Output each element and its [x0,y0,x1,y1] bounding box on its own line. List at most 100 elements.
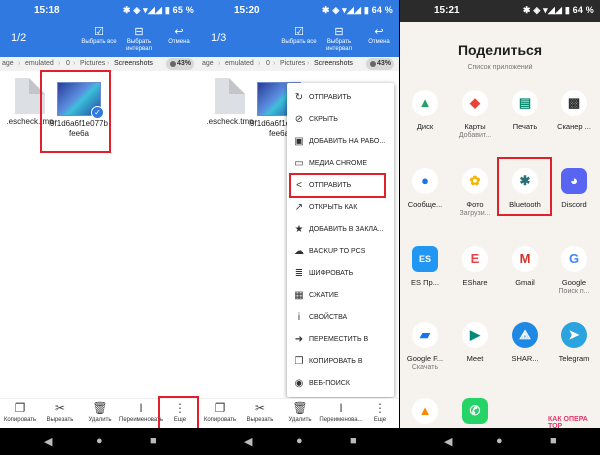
copy-icon: ❐ [214,401,226,415]
app-label: Сканер ... [557,122,591,131]
crumb-item[interactable]: emulated [225,60,254,67]
app-label: Печать [512,122,538,131]
rename-button[interactable]: I Переименовать [119,401,163,424]
share-app-discord[interactable]: ◕ Discord [549,168,599,209]
crumb-item[interactable]: emulated [25,60,54,67]
crumb-item[interactable]: 0 [266,60,270,67]
web-search-icon: ◉ [294,378,304,389]
highlight-box [497,157,552,216]
crumb-item[interactable]: Screenshots [114,60,153,67]
crumb-item[interactable]: age [2,60,14,67]
status-bar: 15:18 ✱ ◈ ▾◢◢ ▮ 65 % [0,0,200,22]
recents-icon[interactable]: ■ [150,435,157,447]
info-icon: i [297,312,301,323]
recents-icon[interactable]: ■ [550,435,557,447]
share-app-google-files[interactable]: ▰ Google F... Скачать [400,322,450,372]
more-button[interactable]: ⋮ Еще [360,401,399,424]
rename-button[interactable]: I Переименова... [319,401,363,424]
storage-usage-badge[interactable]: 43% [366,58,394,70]
share-app-shareit[interactable]: ⟁ SHAR... [500,322,550,363]
menu-item[interactable]: ▦ СЖАТИЕ [287,285,394,307]
delete-button[interactable]: 🗑 Удалить [280,401,320,424]
menu-item[interactable]: ◉ ВЕБ-ПОИСК [287,373,394,395]
app-label: SHAR... [511,354,539,363]
copy-button[interactable]: ❐ Копировать [0,401,40,424]
crumb-item[interactable]: 0 [66,60,70,67]
share-app-messages[interactable]: ● Сообще... [400,168,450,209]
back-icon[interactable]: ◀ [244,435,252,448]
meet-icon: ▶ [462,322,488,348]
menu-item[interactable]: ❐ КОПИРОВАТЬ В [287,351,394,373]
back-icon[interactable]: ◀ [444,435,452,448]
google-drive-icon: ▲ [412,90,438,116]
cut-button[interactable]: ✂ Вырезать [40,401,80,424]
menu-item[interactable]: i СВОЙСТВА [287,307,394,329]
share-app-qr-scanner[interactable]: ▩ Сканер ... [549,90,599,131]
select-range-button[interactable]: ⊟ Выбрать интервал [118,25,160,53]
google-maps-icon: ◆ [462,90,488,116]
file-item[interactable]: .escheck.tmp [203,78,257,127]
copy-button[interactable]: ❐ Копировать [200,401,240,424]
share-app-print[interactable]: ▤ Печать [500,90,550,131]
selection-toolbar: 1/2 ☑ Выбрать все ⊟ Выбрать интервал ↩ Отме… [0,22,200,57]
es-explorer-icon: ES [412,246,438,272]
menu-item-label: ДОБАВИТЬ НА РАБО... [309,138,386,145]
home-icon[interactable]: ● [496,435,503,447]
cancel-button[interactable]: ↩ Отмена [158,25,200,46]
menu-item-label: СВОЙСТВА [309,314,348,321]
qr-scanner-icon: ▩ [561,90,587,116]
android-nav-bar: ◀ ● ■ [400,428,600,455]
cut-button[interactable]: ✂ Вырезать [240,401,280,424]
share-app-gmail[interactable]: M Gmail [500,246,550,287]
select-all-button[interactable]: ☑ Выбрать все [78,25,120,46]
home-icon[interactable]: ● [296,435,303,447]
panel-share-sheet: 15:21 ✱ ◈ ▾◢◢ ▮ 64 % Поделиться Список п… [400,0,600,455]
status-icons: ✱ ◈ ▾◢◢ ▮ 64 % [321,5,393,15]
menu-item[interactable]: ↻ ОТПРАВИТЬ [287,87,394,109]
gmail-icon: M [512,246,538,272]
back-icon[interactable]: ◀ [44,435,52,448]
highlight-box [289,173,386,198]
recents-icon[interactable]: ■ [350,435,357,447]
menu-item[interactable]: ★ ДОБАВИТЬ В ЗАКЛА... [287,219,394,241]
menu-item[interactable]: ↗ ОТКРЫТЬ КАК [287,197,394,219]
share-app-telegram[interactable]: ➤ Telegram [549,322,599,363]
select-all-button[interactable]: ☑ Выбрать все [278,25,320,46]
status-bar: 15:20 ✱ ◈ ▾◢◢ ▮ 64 % [200,0,399,22]
share-app-es-explorer[interactable]: ES ES Пр... [400,246,450,287]
select-all-icon: ☑ [294,26,304,38]
storage-usage-badge[interactable]: 43% [166,58,194,70]
crumb-item[interactable]: age [202,60,214,67]
file-name: .escheck.tmp [206,117,254,126]
share-app-google-drive[interactable]: ▲ Диск [400,90,450,131]
selection-count: 1/3 [211,32,227,44]
cloud-backup-icon: ☁ [294,246,304,257]
home-icon[interactable]: ● [96,435,103,447]
app-label: Discord [561,200,587,209]
select-range-button[interactable]: ⊟ Выбрать интервал [318,25,360,53]
menu-item[interactable]: ⊘ СКРЫТЬ [287,109,394,131]
breadcrumb: age › emulated › 0 › Pictures › Screensh… [200,57,399,71]
messages-icon: ● [412,168,438,194]
crumb-item[interactable]: Pictures [80,60,105,67]
share-app-meet[interactable]: ▶ Meet [450,322,500,363]
crumb-item[interactable]: Pictures [280,60,305,67]
app-sublabel: Добавит... [458,132,492,139]
google-icon: G [561,246,587,272]
menu-item[interactable]: ≣ ШИФРОВАТЬ [287,263,394,285]
menu-item[interactable]: ▣ ДОБАВИТЬ НА РАБО... [287,131,394,153]
delete-button[interactable]: 🗑 Удалить [80,401,120,424]
cancel-button[interactable]: ↩ Отмена [358,25,399,46]
menu-item[interactable]: ☁ BACKUP TO PCS [287,241,394,263]
menu-item[interactable]: ▭ МЕДИА CHROME [287,153,394,175]
share-app-google[interactable]: G Google Поиск п... [549,246,599,296]
app-label: Диск [416,122,434,131]
menu-item-label: МЕДИА CHROME [309,160,367,167]
share-app-eshare[interactable]: E EShare [450,246,500,287]
share-app-google-photos[interactable]: ✿ Фото Загрузи... [450,168,500,218]
menu-item[interactable]: ➜ ПЕРЕМЕСТИТЬ В [287,329,394,351]
eshare-icon: E [462,246,488,272]
trash-icon: 🗑 [292,401,308,415]
crumb-item[interactable]: Screenshots [314,60,353,67]
share-app-google-maps[interactable]: ◆ Карты Добавит... [450,90,500,140]
